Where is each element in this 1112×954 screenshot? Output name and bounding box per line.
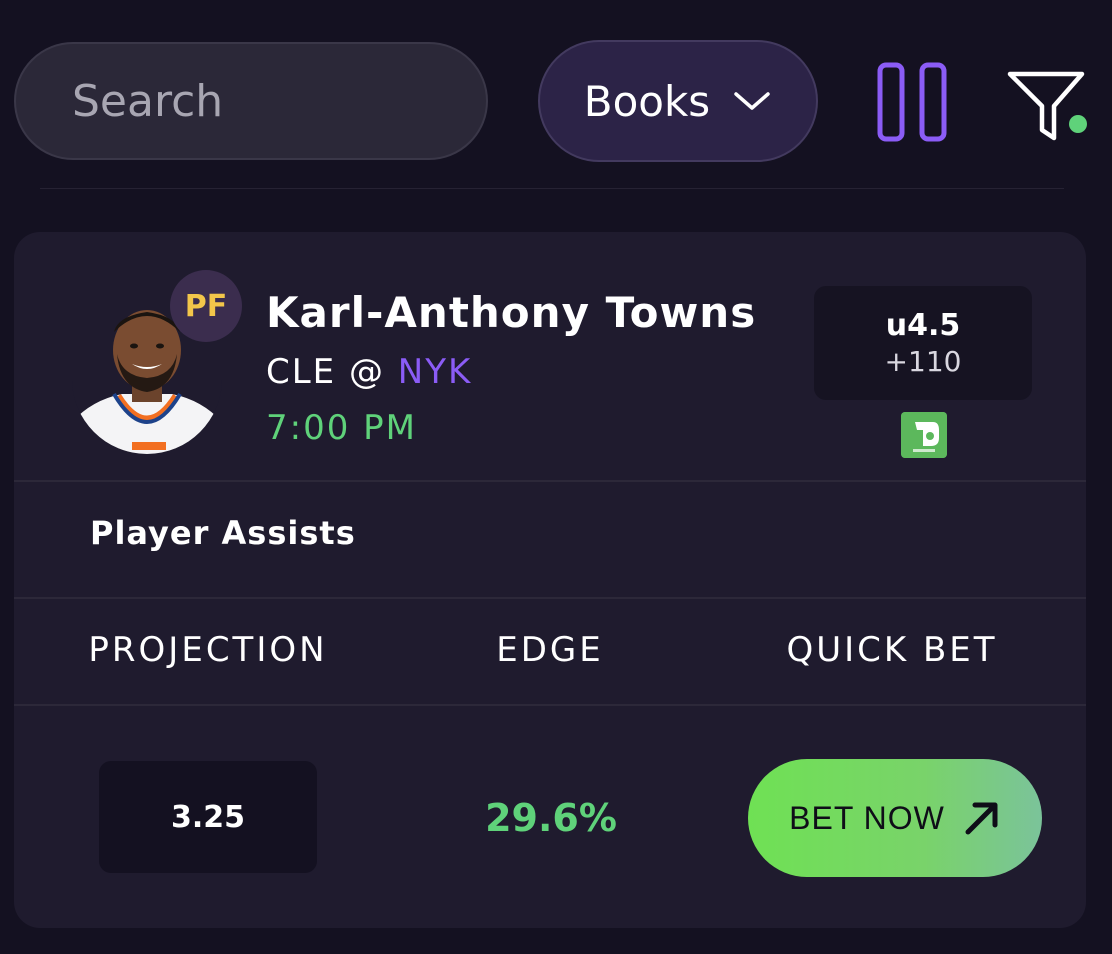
filter-icon[interactable] — [1006, 68, 1090, 142]
home-team: NYK — [397, 352, 473, 392]
matchup-separator: @ — [348, 352, 385, 392]
column-header-edge: EDGE — [496, 630, 604, 670]
bet-now-button[interactable]: BET NOW — [748, 759, 1042, 877]
books-dropdown[interactable]: Books — [538, 40, 818, 162]
bet-now-label: BET NOW — [789, 799, 945, 836]
row-divider — [14, 704, 1086, 706]
pause-icon[interactable] — [876, 62, 948, 142]
row-divider — [14, 480, 1086, 482]
header-divider — [40, 188, 1064, 189]
draftkings-logo-icon — [901, 412, 947, 458]
line-odds: +110 — [884, 345, 962, 378]
projection-value: 3.25 — [99, 761, 317, 873]
line-value: u4.5 — [885, 308, 961, 343]
game-time: 7:00 PM — [266, 408, 417, 448]
filter-active-dot-icon — [1069, 115, 1087, 133]
search-input[interactable] — [16, 44, 486, 158]
player-name[interactable]: Karl-Anthony Towns — [266, 288, 756, 337]
market-name: Player Assists — [90, 514, 356, 552]
away-team: CLE — [266, 352, 337, 392]
chevron-down-icon — [734, 92, 770, 110]
books-dropdown-label: Books — [583, 76, 711, 126]
line-odds-box[interactable]: u4.5 +110 — [814, 286, 1032, 400]
edge-value: 29.6% — [485, 796, 617, 840]
search-field[interactable] — [14, 42, 488, 160]
position-badge: PF — [170, 270, 242, 342]
column-header-projection: PROJECTION — [88, 630, 328, 670]
arrow-up-right-icon — [965, 802, 998, 835]
row-divider — [14, 597, 1086, 599]
matchup: CLE @ NYK — [266, 352, 472, 392]
column-header-quick-bet: QUICK BET — [786, 630, 998, 670]
prop-card[interactable]: PF Karl-Anthony Towns CLE @ NYK 7:00 PM … — [14, 232, 1086, 928]
